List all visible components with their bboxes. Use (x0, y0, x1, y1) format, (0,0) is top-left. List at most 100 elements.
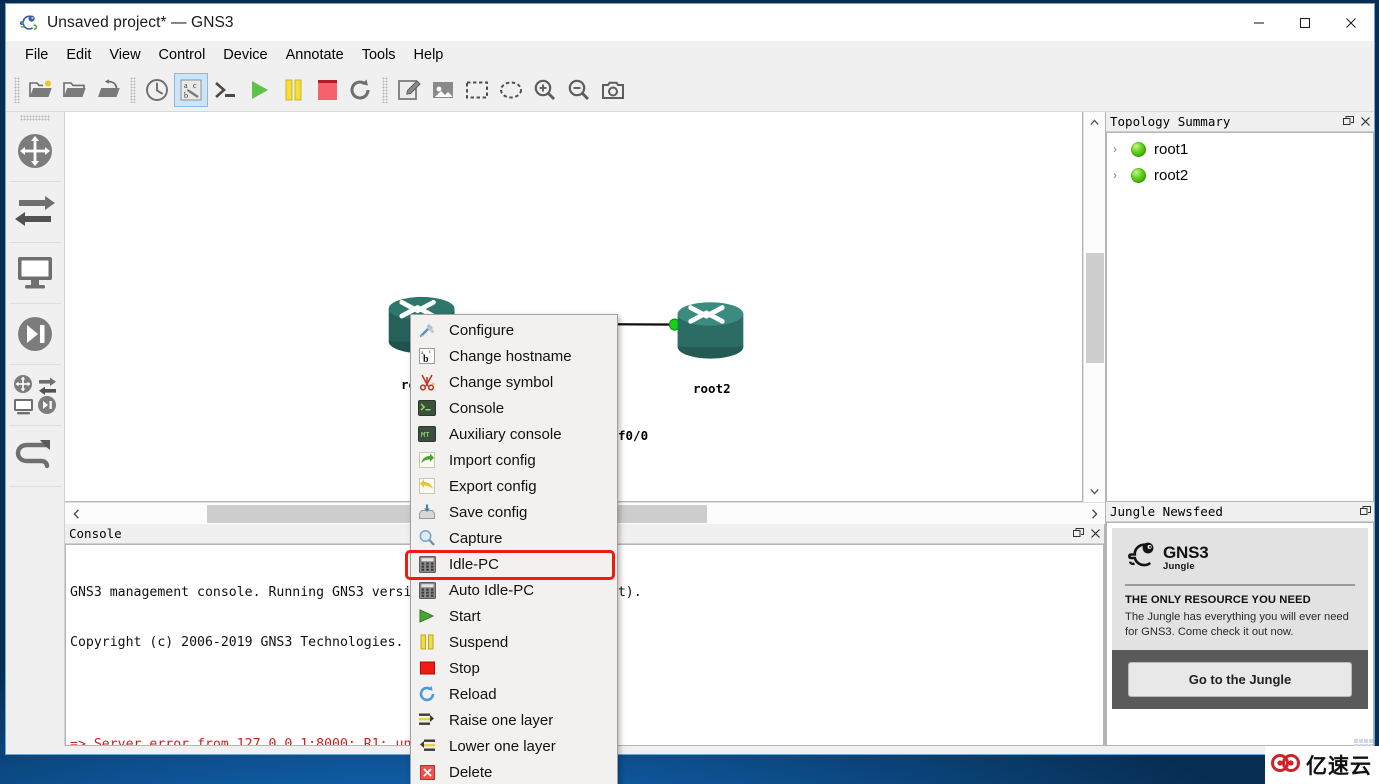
menu-view[interactable]: View (100, 45, 149, 66)
yisuyun-logo-icon (1271, 751, 1301, 780)
terminal-icon (416, 398, 438, 418)
ctx-stop[interactable]: Stop (411, 655, 617, 681)
console-close-icon[interactable] (1087, 525, 1104, 543)
security-devices-icon[interactable] (9, 304, 61, 365)
newsfeed-body-text: The Jungle has everything you will ever … (1125, 611, 1349, 638)
start-all-icon[interactable] (242, 73, 276, 107)
draw-rectangle-icon[interactable] (460, 73, 494, 107)
node-label-root2: root2 (693, 381, 731, 396)
new-project-icon[interactable] (24, 73, 58, 107)
screenshot-icon[interactable] (596, 73, 630, 107)
suspend-all-icon[interactable] (276, 73, 310, 107)
ctx-label: Reload (449, 685, 497, 703)
topology-close-icon[interactable] (1357, 113, 1374, 131)
pause-icon (416, 632, 438, 652)
menu-annotate[interactable]: Annotate (277, 45, 353, 66)
jungle-newsfeed-panel: Jungle Newsfeed GNS3 Jungle THE ONLY RES… (1105, 502, 1374, 746)
zoom-out-icon[interactable] (562, 73, 596, 107)
ctx-capture[interactable]: Capture (411, 525, 617, 551)
add-note-icon[interactable] (392, 73, 426, 107)
toolbar-grip-2[interactable] (130, 77, 136, 103)
scroll-left-icon[interactable] (65, 503, 87, 525)
console-all-icon[interactable] (208, 73, 242, 107)
newsfeed-headline: THE ONLY RESOURCE YOU NEED (1125, 594, 1311, 606)
chevron-right-icon[interactable]: › (1113, 168, 1131, 182)
toolbar-grip[interactable] (14, 77, 20, 103)
open-project-icon[interactable] (58, 73, 92, 107)
menu-edit[interactable]: Edit (57, 45, 100, 66)
ctx-label: Configure (449, 321, 515, 339)
ctx-configure[interactable]: Configure (411, 317, 617, 343)
ctx-change-hostname[interactable]: a c b Change hostname (411, 343, 617, 369)
maximize-button[interactable] (1282, 4, 1328, 41)
scroll-right-icon[interactable] (1083, 503, 1105, 525)
calculator-icon (416, 580, 438, 600)
ctx-save-config[interactable]: Save config (411, 499, 617, 525)
ctx-idle-pc[interactable]: Idle-PC (411, 551, 617, 577)
topology-float-icon[interactable] (1340, 113, 1357, 131)
play-icon (416, 606, 438, 626)
switches-icon[interactable] (9, 182, 61, 243)
scroll-up-icon[interactable] (1084, 112, 1106, 133)
topology-summary-panel: Topology Summary › root1 › root2 (1105, 112, 1374, 502)
topology-summary-title: Topology Summary (1110, 114, 1231, 129)
draw-ellipse-icon[interactable] (494, 73, 528, 107)
ctx-auxiliary-console[interactable]: MT Auxiliary console (411, 421, 617, 447)
export-arrow-icon (416, 476, 438, 496)
scroll-track-vertical[interactable] (1084, 133, 1106, 481)
menu-file[interactable]: File (16, 45, 57, 66)
ctx-delete[interactable]: Delete (411, 759, 617, 784)
ctx-label: Lower one layer (449, 737, 556, 755)
minimize-button[interactable] (1236, 4, 1282, 41)
topology-item-root1[interactable]: › root1 (1107, 136, 1373, 162)
ctx-label: Console (449, 399, 505, 417)
ctx-label: Delete (449, 763, 493, 781)
routers-icon[interactable] (9, 121, 61, 182)
close-button[interactable] (1328, 4, 1374, 41)
canvas-vertical-scrollbar[interactable] (1083, 112, 1105, 502)
scroll-thumb-vertical[interactable] (1085, 253, 1104, 363)
wrench-screwdriver-icon (416, 320, 438, 340)
show-hide-interface-labels-icon[interactable]: a c b (174, 73, 208, 107)
snapshot-history-icon[interactable] (140, 73, 174, 107)
menu-tools[interactable]: Tools (353, 45, 405, 66)
all-devices-icon[interactable] (9, 365, 61, 426)
gns3-chameleon-logo-icon (1125, 540, 1159, 575)
ctx-console[interactable]: Console (411, 395, 617, 421)
ctx-change-symbol[interactable]: Change symbol (411, 369, 617, 395)
insert-picture-icon[interactable] (426, 73, 460, 107)
menu-device[interactable]: Device (214, 45, 276, 66)
console-float-icon[interactable] (1070, 525, 1087, 543)
save-disk-icon (416, 502, 438, 522)
ctx-auto-idle-pc[interactable]: Auto Idle-PC (411, 577, 617, 603)
toolbar-grip-3[interactable] (382, 77, 388, 103)
ctx-import-config[interactable]: Import config (411, 447, 617, 473)
add-link-icon[interactable] (9, 426, 61, 487)
save-project-as-icon[interactable] (92, 73, 126, 107)
ctx-reload[interactable]: Reload (411, 681, 617, 707)
go-to-jungle-button[interactable]: Go to the Jungle (1128, 661, 1352, 697)
menu-bar: File Edit View Control Device Annotate T… (6, 41, 1374, 69)
reload-all-icon[interactable] (344, 73, 378, 107)
chevron-right-icon[interactable]: › (1113, 142, 1131, 156)
ctx-label: Idle-PC (449, 555, 500, 573)
lower-layer-icon (416, 736, 438, 756)
ctx-raise-one-layer[interactable]: Raise one layer (411, 707, 617, 733)
menu-control[interactable]: Control (150, 45, 215, 66)
newsfeed-card: GNS3 Jungle THE ONLY RESOURCE YOU NEED T… (1112, 528, 1368, 650)
scroll-down-icon[interactable] (1084, 481, 1106, 502)
newsfeed-divider (1125, 584, 1355, 586)
zoom-in-icon[interactable] (528, 73, 562, 107)
ctx-label: Start (449, 607, 481, 625)
menu-help[interactable]: Help (405, 45, 453, 66)
newsfeed-float-icon[interactable] (1357, 503, 1374, 521)
ctx-label: Capture (449, 529, 503, 547)
ctx-suspend[interactable]: Suspend (411, 629, 617, 655)
ctx-start[interactable]: Start (411, 603, 617, 629)
magnifier-icon (416, 528, 438, 548)
ctx-export-config[interactable]: Export config (411, 473, 617, 499)
ctx-lower-one-layer[interactable]: Lower one layer (411, 733, 617, 759)
topology-item-root2[interactable]: › root2 (1107, 162, 1373, 188)
stop-all-icon[interactable] (310, 73, 344, 107)
end-devices-icon[interactable] (9, 243, 61, 304)
